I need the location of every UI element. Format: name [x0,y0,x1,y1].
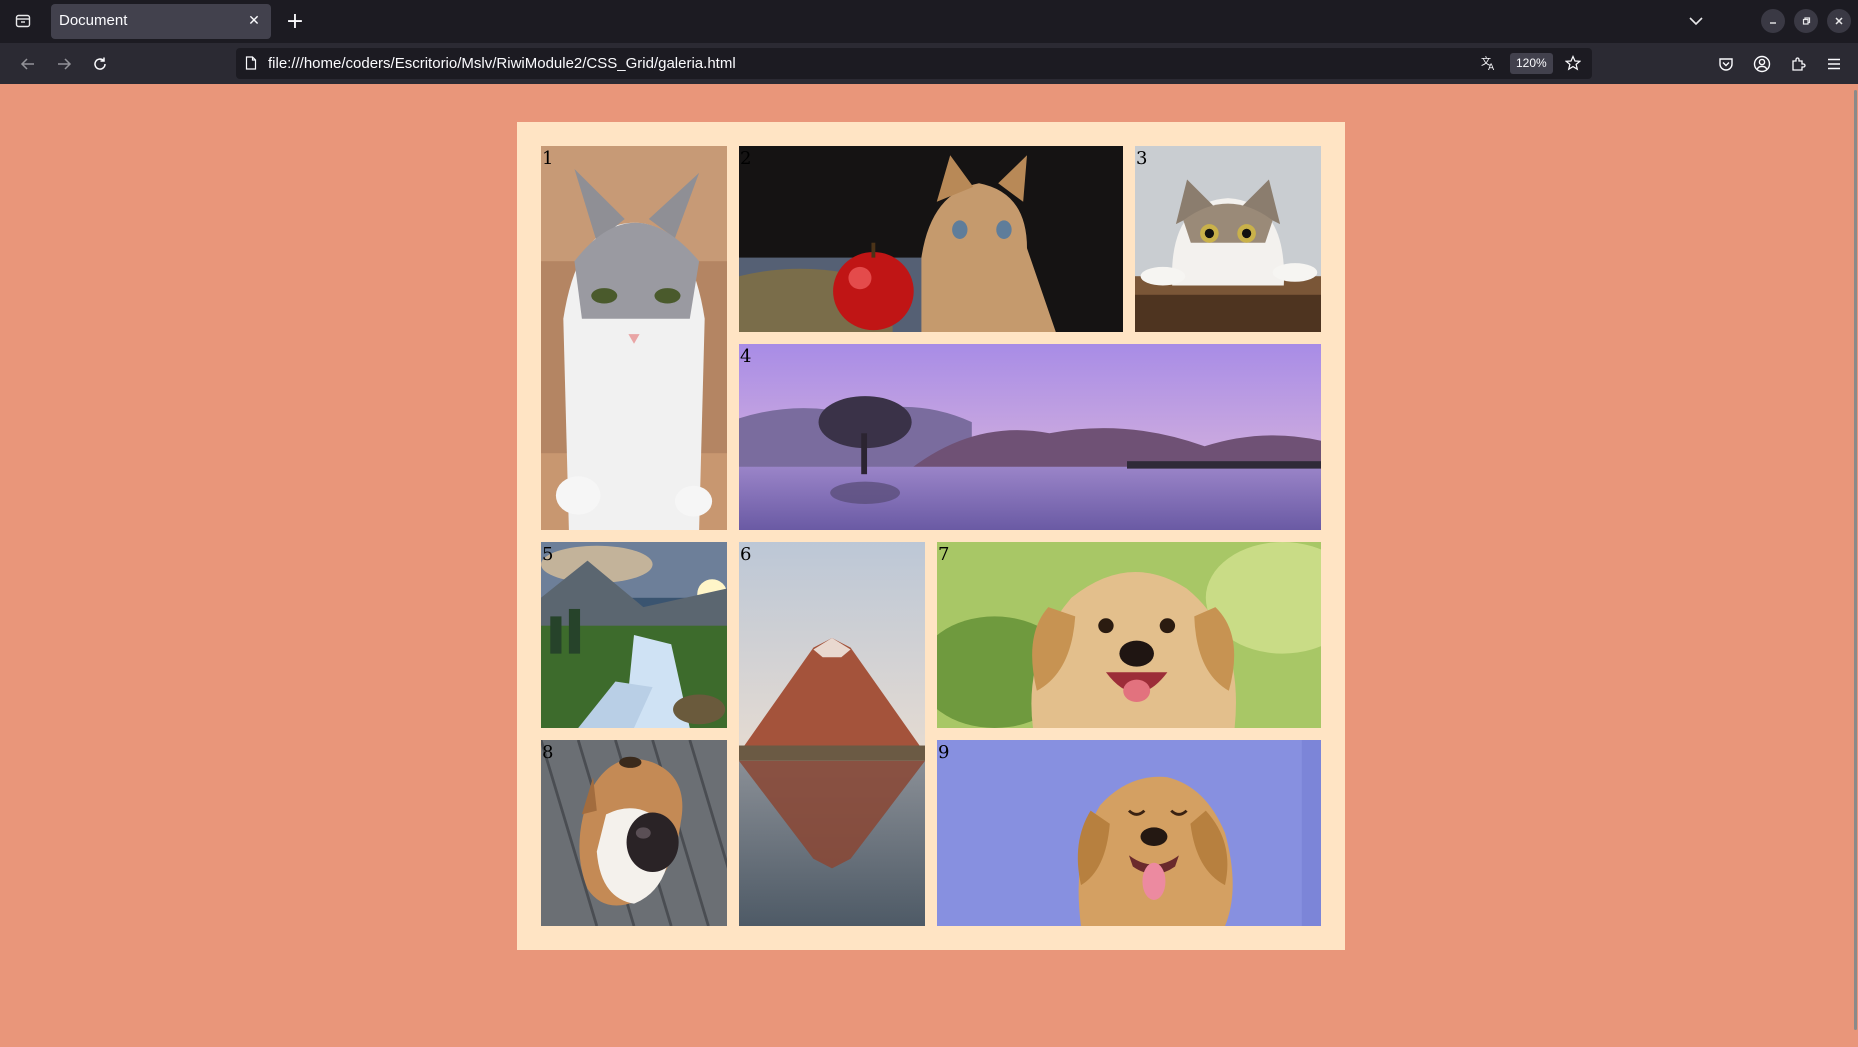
new-tab-icon[interactable]: + [283,9,307,34]
volcano-reflection-image [739,542,925,926]
svg-text:A: A [1488,63,1495,71]
gallery-item-volcano: 6 [739,542,925,926]
bookmark-star-icon[interactable] [1562,52,1584,74]
gallery-item-number: 6 [740,544,752,565]
extensions-icon[interactable] [1785,51,1811,77]
gallery-item-surprised-cat: 3 [1135,146,1321,332]
image-gallery-grid: 1 2 3 4 5 6 7 8 9 [517,122,1345,950]
tab-title: Document [59,12,128,29]
tab-document[interactable]: Document ✕ [51,4,271,39]
scrollbar-thumb[interactable] [1854,90,1857,1030]
kitten-apple-image [739,146,1123,332]
gallery-item-number: 3 [1136,148,1148,169]
gallery-item-number: 2 [740,148,752,169]
gallery-item-waterfall: 5 [541,542,727,728]
surprised-cat-image [1135,146,1321,332]
url-text[interactable]: file:///home/coders/Escritorio/Mslv/Riwi… [268,55,736,72]
gallery-item-kitten-apple: 2 [739,146,1123,332]
gallery-item-golden-retriever-blue: 9 [937,740,1321,926]
forward-arrow-icon[interactable] [51,51,77,77]
waterfall-image [541,542,727,728]
gallery-item-number: 4 [740,346,752,367]
close-window-icon[interactable] [1827,9,1851,33]
golden-retriever-blue-image [937,740,1321,926]
vertical-scrollbar[interactable] [1853,84,1858,1047]
minimize-icon[interactable] [1761,9,1785,33]
account-icon[interactable] [1749,51,1775,77]
dog-nose-image [541,740,727,926]
cat-photo-image [541,146,727,530]
gallery-item-number: 5 [542,544,554,565]
close-tab-icon[interactable]: ✕ [243,10,265,32]
page-document-icon [240,52,262,74]
tab-bar: Document ✕ + [0,0,1858,43]
pocket-icon[interactable] [1713,51,1739,77]
gallery-item-number: 1 [542,148,554,169]
zoom-level-badge[interactable]: 120% [1510,53,1553,74]
gallery-item-number: 7 [938,544,950,565]
menu-hamburger-icon[interactable] [1821,51,1847,77]
firefox-view-icon[interactable] [10,9,36,33]
back-arrow-icon[interactable] [15,51,41,77]
gallery-item-number: 8 [542,742,554,763]
translate-icon[interactable]: 文A [1478,52,1500,74]
gallery-item-dog-nose: 8 [541,740,727,926]
golden-retriever-image [937,542,1321,728]
gallery-item-number: 9 [938,742,950,763]
reload-icon[interactable] [87,51,113,77]
navigation-toolbar: file:///home/coders/Escritorio/Mslv/Riwi… [0,43,1858,84]
gallery-item-cat-grey-white: 1 [541,146,727,530]
gallery-item-lake-tree: 4 [739,344,1321,530]
address-bar[interactable]: file:///home/coders/Escritorio/Mslv/Riwi… [236,48,1592,79]
list-all-tabs-icon[interactable] [1684,9,1708,33]
restore-icon[interactable] [1794,9,1818,33]
lake-tree-image [739,344,1321,530]
gallery-item-golden-retriever: 7 [937,542,1321,728]
